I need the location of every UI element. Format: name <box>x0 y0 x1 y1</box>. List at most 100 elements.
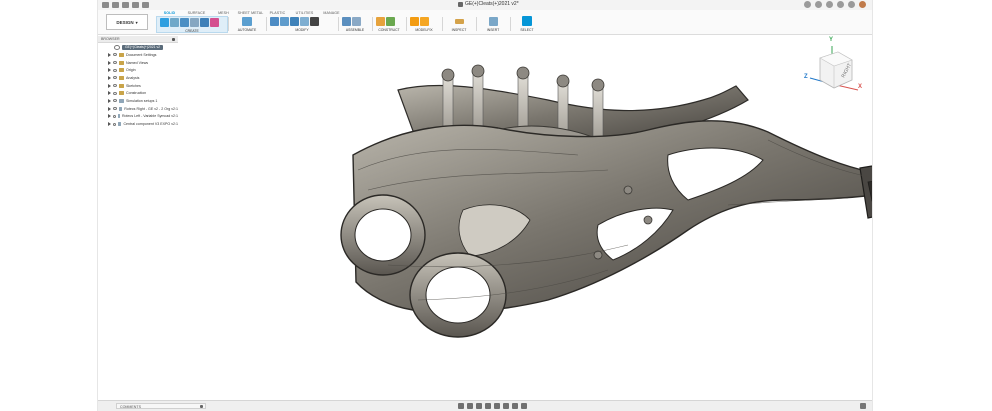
viewports-icon[interactable] <box>521 403 527 409</box>
expand-icon[interactable] <box>108 106 111 111</box>
select-icon[interactable] <box>522 16 532 26</box>
save-icon[interactable] <box>122 2 129 8</box>
comments-panel[interactable]: COMMENTS <box>116 403 206 409</box>
grid-icon[interactable] <box>512 403 518 409</box>
group-modelfix[interactable]: MODELFIX <box>410 16 438 33</box>
eye-icon[interactable] <box>113 84 117 88</box>
press-pull-icon[interactable] <box>270 16 279 26</box>
combine-icon[interactable] <box>300 16 309 26</box>
job-status-icon[interactable] <box>826 1 833 8</box>
redo-icon[interactable] <box>142 2 149 8</box>
zoom-icon[interactable] <box>485 403 491 409</box>
app-menu-icon[interactable] <box>102 2 109 8</box>
hole-icon[interactable] <box>200 17 209 27</box>
notifications-icon[interactable] <box>837 1 844 8</box>
offset-plane-icon[interactable] <box>376 16 385 26</box>
browser-item-central-component[interactable]: Central component V3 EXPO v2:1 <box>108 120 178 128</box>
ring-arm-top <box>340 194 426 276</box>
new-component-icon[interactable] <box>160 17 169 27</box>
browser-item-rotecs-left[interactable]: Rotecs Left - Variable Symcad v2:1 <box>108 113 178 121</box>
expand-icon[interactable] <box>108 52 111 57</box>
browser-tree: Document Settings Named Views Origin Ana… <box>108 51 178 128</box>
browser-header[interactable]: BROWSER <box>98 36 178 43</box>
group-modify[interactable]: MODIFY <box>270 16 334 33</box>
browser-item-rotecs-right[interactable]: Rotecs Right - GE v2 - 2 Org v2:1 <box>108 105 178 113</box>
expand-icon[interactable] <box>108 60 111 65</box>
viewport-3d-model[interactable] <box>248 60 873 360</box>
browser-item-origin[interactable]: Origin <box>108 66 178 74</box>
move-icon[interactable] <box>310 16 319 26</box>
expand-icon[interactable] <box>108 68 111 73</box>
tab-plastic[interactable]: PLASTIC <box>264 11 291 15</box>
tab-surface[interactable]: SURFACE <box>183 11 210 15</box>
group-automate[interactable]: AUTOMATE <box>232 16 262 33</box>
pin-icon[interactable] <box>172 38 175 41</box>
insert-image-icon[interactable] <box>488 16 498 26</box>
measure-icon[interactable] <box>454 18 464 24</box>
eye-icon[interactable] <box>113 99 117 103</box>
group-divider <box>510 17 511 31</box>
automate-icon[interactable] <box>242 16 252 26</box>
extrude-icon[interactable] <box>180 17 189 27</box>
expand-icon[interactable] <box>108 75 111 80</box>
axis-icon[interactable] <box>386 16 395 26</box>
shell-icon[interactable] <box>290 16 299 26</box>
display-settings-icon[interactable] <box>503 403 509 409</box>
expand-icon[interactable] <box>108 114 111 119</box>
group-create[interactable]: CREATE <box>156 16 228 33</box>
new-tab-icon[interactable] <box>804 1 811 8</box>
tab-sheet-metal[interactable]: SHEET METAL <box>237 11 264 15</box>
browser-item-named-views[interactable]: Named Views <box>108 59 178 67</box>
browser-item-sketches[interactable]: Sketches <box>108 82 178 90</box>
orbit-icon[interactable] <box>458 403 464 409</box>
title-right-icons <box>804 1 866 8</box>
workspace-switcher[interactable]: DESIGN ▾ <box>106 14 148 30</box>
tab-manage[interactable]: MANAGE <box>318 11 345 15</box>
component-icon <box>119 98 124 103</box>
group-assemble[interactable]: ASSEMBLE <box>342 16 368 33</box>
eye-icon[interactable] <box>113 114 116 118</box>
group-insert[interactable]: INSERT <box>480 16 506 33</box>
group-inspect[interactable]: INSPECT <box>446 16 472 33</box>
help-icon[interactable] <box>848 1 855 8</box>
expand-icon[interactable] <box>108 122 111 127</box>
eye-icon[interactable] <box>113 53 117 57</box>
fillet-icon[interactable] <box>280 16 289 26</box>
modelfix-repair-icon[interactable] <box>420 16 429 26</box>
tab-utilities[interactable]: UTILITIES <box>291 11 318 15</box>
undo-icon[interactable] <box>132 2 139 8</box>
group-construct[interactable]: CONSTRUCT <box>376 16 402 33</box>
eye-icon[interactable] <box>113 76 117 80</box>
file-icon[interactable] <box>112 2 119 8</box>
modelfix-icon[interactable] <box>410 16 419 26</box>
create-sketch-icon[interactable] <box>170 17 179 27</box>
pan-icon[interactable] <box>476 403 482 409</box>
tab-mesh[interactable]: MESH <box>210 11 237 15</box>
bottom-right-icon[interactable] <box>860 403 866 409</box>
browser-item-document-settings[interactable]: Document Settings <box>108 51 178 59</box>
browser-item-simulation-setups[interactable]: Simulation setups 1 <box>108 97 178 105</box>
tab-solid[interactable]: SOLID <box>156 11 183 15</box>
look-at-icon[interactable] <box>467 403 473 409</box>
joint-icon[interactable] <box>342 16 351 26</box>
browser-root[interactable]: GE(+)Cleats(+)2021 v2 <box>114 44 164 50</box>
fit-icon[interactable] <box>494 403 500 409</box>
eye-icon[interactable] <box>114 44 120 50</box>
expand-icon[interactable] <box>108 91 111 96</box>
eye-icon[interactable] <box>113 61 117 65</box>
eye-icon[interactable] <box>113 91 117 95</box>
expand-icon[interactable] <box>108 98 111 103</box>
pin-icon[interactable] <box>200 405 203 408</box>
avatar[interactable] <box>859 1 866 8</box>
revolve-icon[interactable] <box>190 17 199 27</box>
browser-item-analysis[interactable]: Analysis <box>108 74 178 82</box>
eye-icon[interactable] <box>113 122 117 126</box>
form-icon[interactable] <box>210 17 219 27</box>
eye-icon[interactable] <box>113 68 117 72</box>
expand-icon[interactable] <box>108 83 111 88</box>
eye-icon[interactable] <box>113 107 117 111</box>
group-select[interactable]: SELECT <box>514 16 540 33</box>
as-built-joint-icon[interactable] <box>352 16 361 26</box>
browser-item-construction[interactable]: Construction <box>108 89 178 97</box>
extensions-icon[interactable] <box>815 1 822 8</box>
